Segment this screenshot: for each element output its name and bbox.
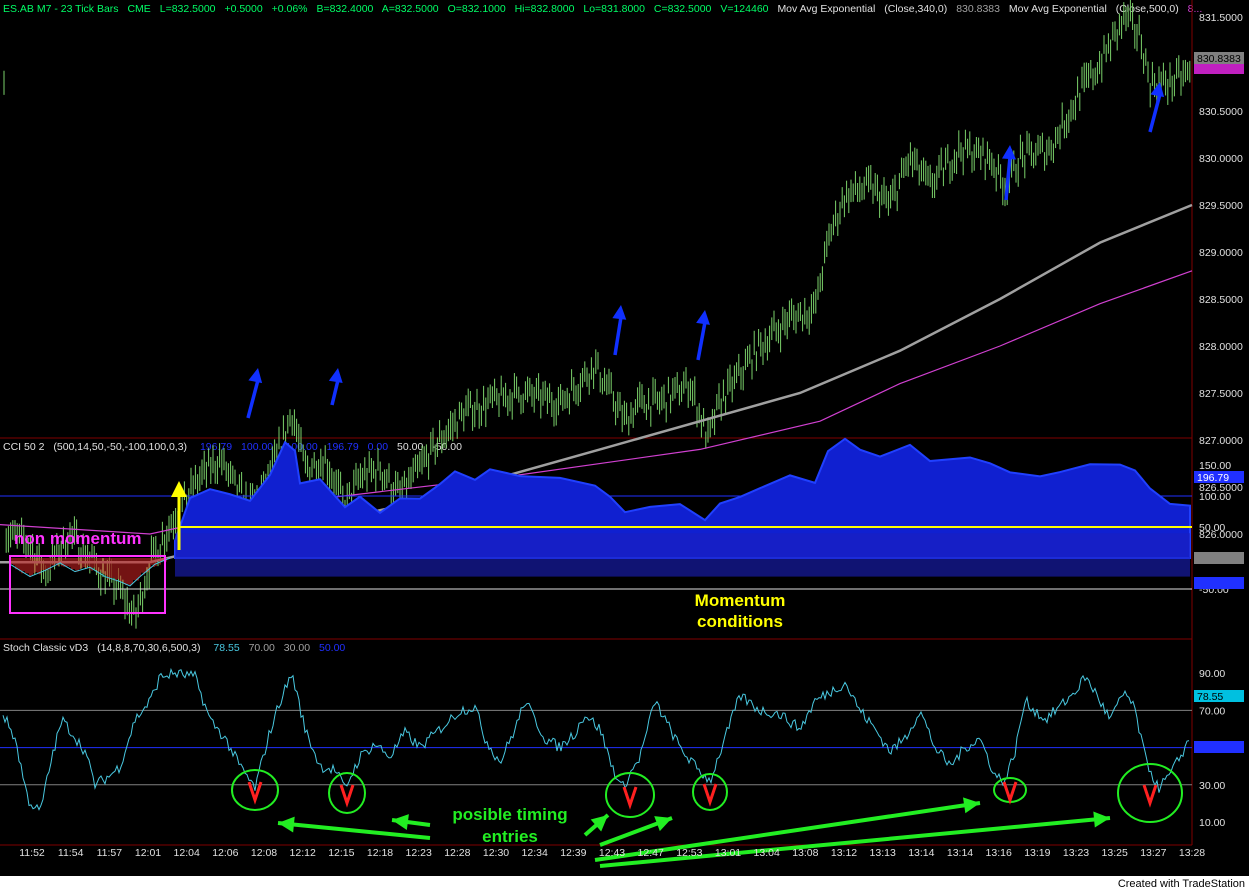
footer: Created with TradeStation bbox=[0, 876, 1249, 892]
blue-arrow-head bbox=[248, 368, 263, 384]
time-tick-label: 13:12 bbox=[831, 847, 857, 859]
time-tick-label: 12:15 bbox=[328, 847, 354, 859]
time-tick-label: 11:54 bbox=[58, 847, 84, 859]
price-tick-label: 827.5000 bbox=[1199, 388, 1243, 400]
time-tick-label: 12:28 bbox=[444, 847, 470, 859]
cci-tick-label: 50.00 bbox=[1199, 522, 1225, 534]
time-tick-label: 13:13 bbox=[870, 847, 896, 859]
timing-v-mark bbox=[702, 783, 718, 807]
time-tick-label: 12:06 bbox=[212, 847, 238, 859]
time-tick-label: 12:43 bbox=[599, 847, 625, 859]
time-tick-label: 13:01 bbox=[715, 847, 741, 859]
time-tick-label: 13:23 bbox=[1063, 847, 1089, 859]
timing-v-mark bbox=[622, 786, 638, 810]
green-arrow-head bbox=[1093, 811, 1110, 828]
blue-arrow-shaft bbox=[1148, 93, 1162, 133]
cci-tick-label: 100.00 bbox=[1199, 491, 1231, 503]
time-tick-label: 13:14 bbox=[908, 847, 934, 859]
blue-arrow-shaft bbox=[330, 379, 340, 406]
momentum-label-2: conditions bbox=[697, 612, 783, 631]
time-tick-label: 11:57 bbox=[97, 847, 123, 859]
price-tick-label: 829.0000 bbox=[1199, 247, 1243, 259]
timing-circle bbox=[605, 772, 655, 818]
time-tick-label: 12:12 bbox=[290, 847, 316, 859]
time-tick-label: 12:01 bbox=[135, 847, 161, 859]
time-tick-label: 12:18 bbox=[367, 847, 393, 859]
cci-tick-label: 150.00 bbox=[1199, 460, 1231, 472]
price-tick-label: 829.5000 bbox=[1199, 200, 1243, 212]
ma340-axis-label: 830.8383 bbox=[1197, 53, 1241, 65]
timing-entries-label-2: entries bbox=[482, 827, 538, 846]
price-tick-label: 830.5000 bbox=[1199, 106, 1243, 118]
blue-arrow-shaft bbox=[1004, 156, 1012, 201]
stoch-tick-label: 90.00 bbox=[1199, 668, 1225, 680]
stoch-tick-label: 10.00 bbox=[1199, 817, 1225, 829]
time-tick-label: 12:53 bbox=[676, 847, 702, 859]
cci-zero-box bbox=[1194, 577, 1244, 589]
time-tick-label: 13:25 bbox=[1102, 847, 1128, 859]
time-tick-label: 13:04 bbox=[754, 847, 780, 859]
blue-arrow-head bbox=[328, 368, 343, 383]
time-tick-label: 13:27 bbox=[1140, 847, 1166, 859]
time-tick-label: 12:30 bbox=[483, 847, 509, 859]
cci-axis-value: 196.79 bbox=[1197, 472, 1229, 484]
time-tick-label: 12:23 bbox=[406, 847, 432, 859]
non-momentum-label: non momentum bbox=[14, 529, 142, 548]
timing-entries-label-1: posible timing bbox=[452, 805, 567, 824]
blue-arrow-shaft bbox=[613, 316, 623, 356]
price-tick-label: 830.0000 bbox=[1199, 153, 1243, 165]
time-tick-label: 13:14 bbox=[947, 847, 973, 859]
time-tick-label: 11:52 bbox=[19, 847, 45, 859]
blue-arrow-shaft bbox=[246, 379, 260, 419]
cci-50-box bbox=[1194, 552, 1244, 564]
time-tick-label: 13:28 bbox=[1179, 847, 1205, 859]
footer-credit: Created with TradeStation bbox=[1117, 878, 1245, 890]
blue-arrow-head bbox=[612, 305, 627, 320]
price-tick-label: 828.5000 bbox=[1199, 294, 1243, 306]
time-tick-label: 12:34 bbox=[522, 847, 548, 859]
time-tick-label: 13:19 bbox=[1024, 847, 1050, 859]
stoch-axis-value: 78.55 bbox=[1197, 691, 1223, 703]
blue-arrow-shaft bbox=[696, 321, 707, 361]
chart-canvas[interactable]: 831.5000831.0000830.5000830.0000829.5000… bbox=[0, 0, 1249, 876]
stoch-tick-label: 30.00 bbox=[1199, 780, 1225, 792]
time-tick-label: 13:08 bbox=[792, 847, 818, 859]
timing-v-mark bbox=[339, 784, 355, 808]
blue-arrow-head bbox=[696, 310, 710, 325]
stoch-tick-label: 70.00 bbox=[1199, 705, 1225, 717]
time-tick-label: 12:47 bbox=[638, 847, 664, 859]
timing-circle bbox=[1117, 763, 1183, 823]
cci-band bbox=[175, 533, 1190, 577]
time-tick-label: 12:39 bbox=[560, 847, 586, 859]
time-tick-label: 12:04 bbox=[174, 847, 200, 859]
price-tick-label: 828.0000 bbox=[1199, 341, 1243, 353]
timing-v-mark bbox=[1142, 784, 1158, 808]
stoch-line bbox=[2, 667, 1190, 811]
ma500-value-box bbox=[1194, 64, 1244, 74]
stoch-50-box bbox=[1194, 741, 1244, 753]
momentum-label-1: Momentum bbox=[695, 591, 786, 610]
green-arrow-head bbox=[278, 816, 295, 833]
price-tick-label: 831.5000 bbox=[1199, 12, 1243, 24]
time-tick-label: 13:16 bbox=[986, 847, 1012, 859]
time-tick-label: 12:08 bbox=[251, 847, 277, 859]
price-tick-label: 827.0000 bbox=[1199, 435, 1243, 447]
